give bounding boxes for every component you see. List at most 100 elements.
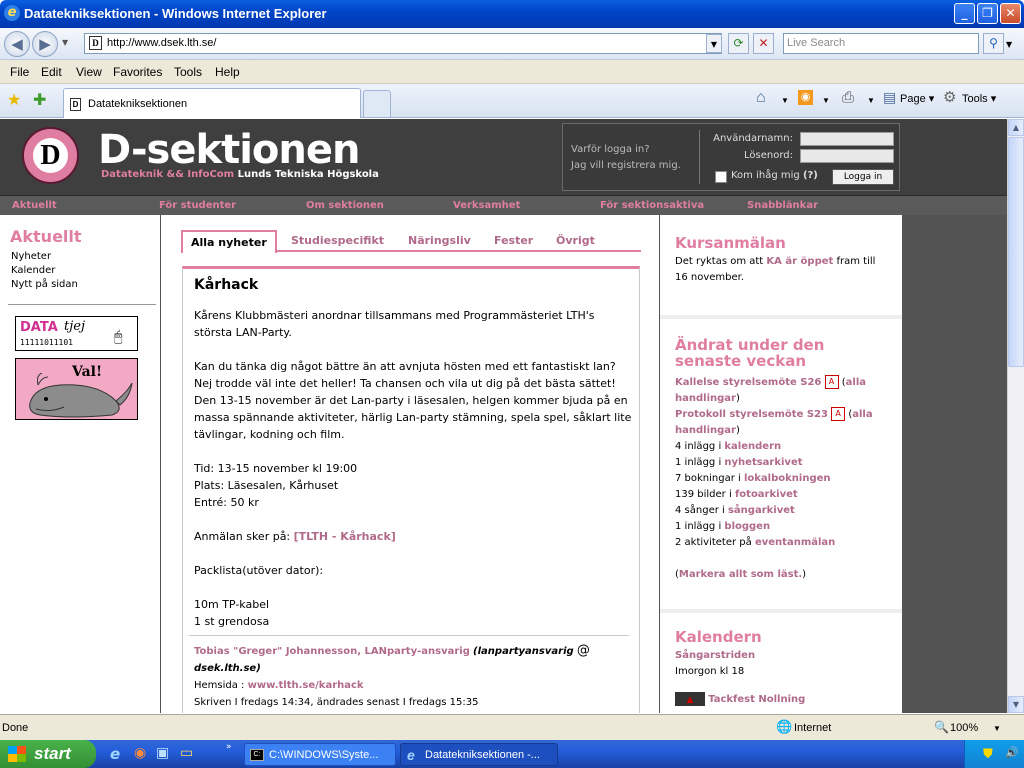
homepage-link[interactable]: www.tlth.se/karhack <box>248 680 364 691</box>
main-content: Alla nyheter Studiespecifikt Näringsliv … <box>161 215 659 713</box>
change-count: 7 bokningar i <box>675 473 741 484</box>
change-link[interactable]: sångarkivet <box>728 505 795 516</box>
home-icon[interactable]: ⌂ <box>756 89 766 107</box>
news-article: Kårhack Kårens Klubbmästeri anordnar til… <box>182 266 640 713</box>
remember-me-checkbox[interactable] <box>715 171 727 183</box>
author-link[interactable]: Tobias "Greger" Johannesson, LANparty-an… <box>194 646 470 657</box>
quicklaunch-expand-icon[interactable]: » <box>226 742 232 752</box>
close-button[interactable]: ✕ <box>1000 3 1021 24</box>
maximize-button[interactable]: ❐ <box>977 3 998 24</box>
nav-for-sektionsaktiva[interactable]: För sektionsaktiva <box>600 200 704 211</box>
system-tray: ⛊ 🔊 <box>964 740 1024 768</box>
quicklaunch-ie-icon[interactable]: e <box>110 745 120 763</box>
sidebar-link-nyheter[interactable]: Nyheter <box>11 251 51 262</box>
security-shield-icon[interactable]: ⛊ <box>983 746 993 762</box>
tab-fester[interactable]: Fester <box>494 234 533 247</box>
nav-om-sektionen[interactable]: Om sektionen <box>306 200 384 211</box>
print-dropdown-icon[interactable]: ▼ <box>867 96 875 105</box>
menu-file[interactable]: File <box>10 65 29 79</box>
zoom-dropdown-icon[interactable]: ▼ <box>993 724 1001 733</box>
globe-icon: 🌐 <box>776 719 793 734</box>
site-title[interactable]: D-sektionen <box>98 127 360 173</box>
browser-tab-active[interactable]: D Datatekniksektionen <box>63 88 361 118</box>
signup-link[interactable]: [TLTH - Kårhack] <box>294 530 396 543</box>
windows-logo-icon <box>8 746 26 762</box>
quicklaunch-app-icon[interactable]: ▣ <box>156 745 169 761</box>
new-tab-button[interactable] <box>363 90 391 117</box>
doc-link-kallelse[interactable]: Kallelse styrelsemöte S26 <box>675 377 821 388</box>
nav-verksamhet[interactable]: Verksamhet <box>453 200 520 211</box>
nav-snabblankar[interactable]: Snabblänkar <box>747 200 818 211</box>
nav-aktuellt[interactable]: Aktuellt <box>12 200 57 211</box>
history-dropdown-icon[interactable]: ▼ <box>62 38 68 47</box>
page-menu-button[interactable]: Page ▾ <box>900 92 934 105</box>
address-dropdown-icon[interactable]: ▼ <box>706 34 722 53</box>
change-link[interactable]: lokalbokningen <box>744 473 831 484</box>
doc-link-protokoll[interactable]: Protokoll styrelsemöte S23 <box>675 409 828 420</box>
nav-for-studenter[interactable]: För studenter <box>159 200 236 211</box>
stop-icon[interactable]: ✕ <box>753 33 774 54</box>
article-packlist-heading: Packlista(utöver dator): <box>194 564 324 577</box>
tab-naringsliv[interactable]: Näringsliv <box>408 234 471 247</box>
scroll-up-button[interactable]: ▲ <box>1008 119 1024 136</box>
datatjej-tjej-text: tjej <box>64 319 85 334</box>
quicklaunch-folder-icon[interactable]: ▭ <box>180 745 193 761</box>
login-help-link[interactable]: (?) <box>803 170 818 181</box>
add-favorite-icon[interactable]: ✚ <box>33 90 46 109</box>
sidebar-link-kalender[interactable]: Kalender <box>11 265 55 276</box>
menu-help[interactable]: Help <box>215 65 240 79</box>
rss-icon[interactable]: ◉ <box>798 90 813 105</box>
refresh-icon[interactable]: ⟳ <box>728 33 749 54</box>
change-link[interactable]: nyhetsarkivet <box>724 457 802 468</box>
scroll-down-button[interactable]: ▼ <box>1008 696 1024 713</box>
change-link[interactable]: eventanmälan <box>755 537 835 548</box>
zoom-level[interactable]: 100% <box>950 722 978 734</box>
scroll-thumb[interactable] <box>1008 137 1024 367</box>
password-input[interactable] <box>800 149 894 163</box>
forward-button[interactable]: ▶ <box>32 31 58 57</box>
tools-menu-button[interactable]: Tools ▾ <box>962 92 996 105</box>
login-button[interactable]: Logga in <box>832 169 894 185</box>
calendar-event-link[interactable]: Sångarstriden <box>675 648 902 664</box>
username-input[interactable] <box>800 132 894 146</box>
why-login-link[interactable]: Varför logga in? <box>571 144 650 155</box>
register-link[interactable]: Jag vill registrera mig. <box>571 160 681 171</box>
pdf-icon[interactable]: A <box>824 375 839 389</box>
change-link[interactable]: kalendern <box>724 441 781 452</box>
site-logo[interactable]: D <box>22 127 79 184</box>
kurs-link[interactable]: KA är öppet <box>766 256 833 267</box>
mark-all-read-link[interactable]: Markera allt som läst. <box>679 569 802 580</box>
live-search-input[interactable]: Live Search <box>783 33 979 54</box>
change-link[interactable]: fotoarkivet <box>735 489 798 500</box>
tab-alla-nyheter[interactable]: Alla nyheter <box>181 230 277 253</box>
datatjej-banner[interactable]: DATA tjej 11111011101 🖱 <box>15 316 138 351</box>
tab-studiespecifikt[interactable]: Studiespecifikt <box>291 234 384 247</box>
list-item: 4 sånger i sångarkivet <box>675 503 895 519</box>
back-button[interactable]: ◀ <box>4 31 30 57</box>
calendar-event-link[interactable]: Tackfest Nollning <box>708 694 805 705</box>
address-input[interactable]: D http://www.dsek.lth.se/ <box>84 33 722 54</box>
favorites-star-icon[interactable]: ★ <box>7 90 21 109</box>
print-icon[interactable]: ⎙ <box>842 89 854 106</box>
packlist-item: 1 st grendosa <box>194 615 270 628</box>
menu-favorites[interactable]: Favorites <box>113 65 162 79</box>
window-titlebar[interactable]: e Datatekniksektionen - Windows Internet… <box>0 0 1024 28</box>
home-dropdown-icon[interactable]: ▼ <box>781 96 789 105</box>
quicklaunch-media-icon[interactable]: ◉ <box>134 745 146 761</box>
menu-view[interactable]: View <box>76 65 102 79</box>
search-options-icon[interactable]: ▼ <box>1006 40 1012 49</box>
volume-icon[interactable]: 🔊 <box>1005 746 1019 759</box>
taskbar-item-ie[interactable]: e Datatekniksektionen -... <box>400 743 558 766</box>
val-banner[interactable]: Val! <box>15 358 138 420</box>
taskbar-item-cmd[interactable]: C: C:\WINDOWS\Syste... <box>244 743 396 766</box>
change-link[interactable]: bloggen <box>724 521 770 532</box>
menu-tools[interactable]: Tools <box>174 65 202 79</box>
minimize-button[interactable]: _ <box>954 3 975 24</box>
tab-ovrigt[interactable]: Övrigt <box>556 234 595 247</box>
sidebar-link-nytt[interactable]: Nytt på sidan <box>11 279 78 290</box>
menu-edit[interactable]: Edit <box>41 65 62 79</box>
search-icon[interactable]: ⚲ <box>983 33 1004 54</box>
pdf-icon[interactable]: A <box>831 407 846 421</box>
start-button[interactable]: start <box>0 740 96 768</box>
rss-dropdown-icon[interactable]: ▼ <box>822 96 830 105</box>
